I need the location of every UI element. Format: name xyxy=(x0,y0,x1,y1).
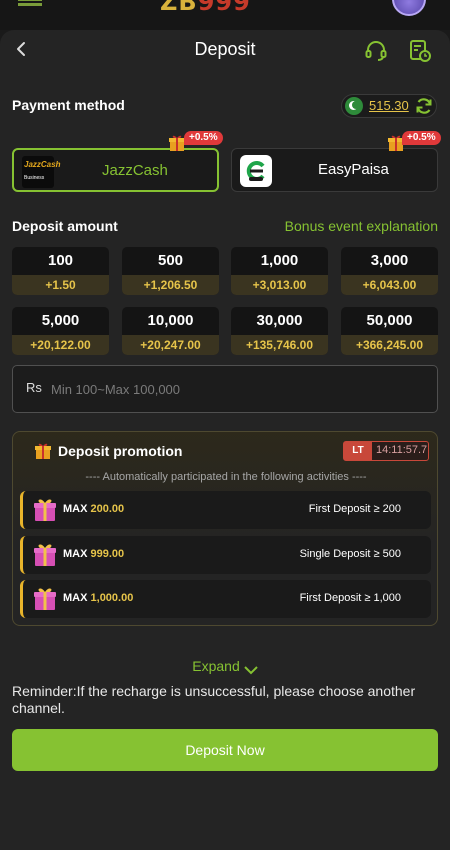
deposit-now-button[interactable]: Deposit Now xyxy=(12,729,438,771)
amount-bonus: +1.50 xyxy=(12,275,109,295)
amount-input[interactable] xyxy=(51,374,421,404)
reminder-text: Reminder:If the recharge is unsuccessful… xyxy=(12,683,416,716)
deposit-sheet: Deposit Payment method 515.30 JazzCash B… xyxy=(0,30,450,850)
balance-pill: 515.30 xyxy=(341,94,437,118)
amount-bonus: +135,746.00 xyxy=(231,335,328,355)
amount-bonus: +3,013.00 xyxy=(231,275,328,295)
gift-box-icon xyxy=(32,542,58,568)
deposit-amount-label: Deposit amount xyxy=(12,218,118,234)
balance-amount: 515.30 xyxy=(369,98,409,113)
amount-bonus: +20,247.00 xyxy=(122,335,219,355)
pakistan-flag-icon xyxy=(345,97,363,115)
lightning-badge: LT xyxy=(344,442,372,460)
promotion-row[interactable]: MAX 999.00 Single Deposit ≥ 500 xyxy=(20,536,431,574)
headset-icon[interactable] xyxy=(363,38,389,64)
header: Deposit xyxy=(0,30,450,72)
easypaisa-logo xyxy=(240,155,272,187)
payment-option-label: JazzCash xyxy=(102,162,168,179)
promotion-condition: First Deposit ≥ 1,000 xyxy=(299,592,401,604)
gift-icon xyxy=(34,442,52,460)
amount-bonus: +366,245.00 xyxy=(341,335,438,355)
payment-method-label: Payment method xyxy=(12,97,125,113)
promotion-max: MAX 1,000.00 xyxy=(63,592,134,604)
promotion-condition: First Deposit ≥ 200 xyxy=(308,503,401,515)
chevron-down-icon xyxy=(244,662,258,675)
gift-box-icon xyxy=(32,586,58,612)
promotion-row[interactable]: MAX 200.00 First Deposit ≥ 200 xyxy=(20,491,431,529)
amount-option[interactable]: 500 +1,206.50 xyxy=(122,247,219,295)
bonus-badge: +0.5% xyxy=(402,131,441,145)
promotion-max: MAX 200.00 xyxy=(63,503,125,515)
promotion-max: MAX 999.00 xyxy=(63,548,125,560)
expand-label: Expand xyxy=(192,658,240,674)
amount-bonus: +20,122.00 xyxy=(12,335,109,355)
countdown-text: 14:11:57.7 xyxy=(376,444,428,456)
amount-value: 30,000 xyxy=(256,312,303,329)
amount-option[interactable]: 1,000 +3,013.00 xyxy=(231,247,328,295)
payment-option-jazzcash[interactable]: JazzCash Business JazzCash xyxy=(12,148,219,192)
app-top-strip: ZB999 xyxy=(0,0,450,30)
amount-option[interactable]: 30,000 +135,746.00 xyxy=(231,307,328,355)
refresh-icon[interactable] xyxy=(414,96,434,116)
history-icon[interactable] xyxy=(407,38,433,64)
amount-value: 5,000 xyxy=(41,312,80,329)
promotion-subtitle: ---- Automatically participated in the f… xyxy=(85,471,367,483)
menu-icon[interactable] xyxy=(18,0,42,6)
amount-input-box: Rs xyxy=(12,365,438,413)
amount-option[interactable]: 10,000 +20,247.00 xyxy=(122,307,219,355)
amount-value: 3,000 xyxy=(370,252,409,269)
payment-option-easypaisa[interactable]: EasyPaisa xyxy=(231,148,438,192)
amount-value: 50,000 xyxy=(366,312,413,329)
gift-box-icon xyxy=(32,497,58,523)
amount-value: 500 xyxy=(157,252,184,269)
expand-toggle[interactable]: Expand xyxy=(0,658,450,675)
promotion-title: Deposit promotion xyxy=(58,443,183,459)
app-logo: ZB999 xyxy=(160,0,251,16)
bonus-explanation-link[interactable]: Bonus event explanation xyxy=(285,218,438,234)
deposit-promotion-card: Deposit promotion LT 14:11:57.7 ---- Aut… xyxy=(12,431,438,626)
jazzcash-logo: JazzCash Business xyxy=(22,156,60,188)
amount-bonus: +6,043.00 xyxy=(341,275,438,295)
amount-option[interactable]: 5,000 +20,122.00 xyxy=(12,307,109,355)
amount-option[interactable]: 50,000 +366,245.00 xyxy=(341,307,438,355)
amount-bonus: +1,206.50 xyxy=(122,275,219,295)
payment-option-label: EasyPaisa xyxy=(318,161,389,178)
amount-option[interactable]: 100 +1.50 xyxy=(12,247,109,295)
amount-value: 10,000 xyxy=(147,312,194,329)
promotion-timer: LT 14:11:57.7 xyxy=(343,441,429,461)
avatar[interactable] xyxy=(392,0,426,16)
amount-value: 100 xyxy=(47,252,74,269)
bonus-badge: +0.5% xyxy=(184,131,223,145)
promotion-condition: Single Deposit ≥ 500 xyxy=(299,548,401,560)
currency-prefix: Rs xyxy=(26,380,42,395)
amount-option[interactable]: 3,000 +6,043.00 xyxy=(341,247,438,295)
amount-value: 1,000 xyxy=(260,252,299,269)
promotion-row[interactable]: MAX 1,000.00 First Deposit ≥ 1,000 xyxy=(20,580,431,618)
